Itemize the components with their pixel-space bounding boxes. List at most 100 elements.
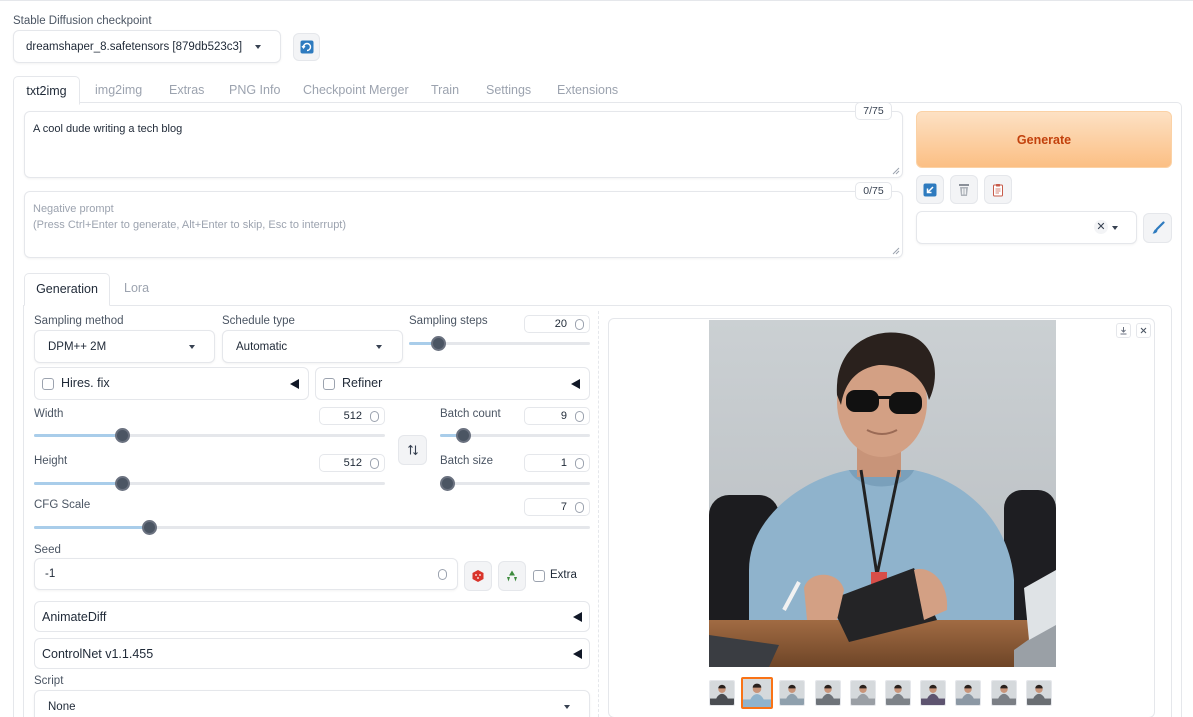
random-seed-button[interactable] [464,561,492,591]
schedule-type-label: Schedule type [222,315,295,327]
controlnet-accordion[interactable]: ControlNet v1.1.455 [34,638,590,669]
collapse-triangle-icon [573,649,582,659]
gallery-thumbnail[interactable] [709,680,735,706]
gallery-thumbnail[interactable] [990,680,1017,706]
sampling-steps-slider[interactable] [409,336,590,351]
negative-prompt-placeholder-2: (Press Ctrl+Enter to generate, Alt+Enter… [33,219,347,231]
generate-button[interactable]: Generate [916,111,1172,168]
close-gallery-button[interactable] [1136,323,1151,338]
prompt-token-counter: 7/75 [855,102,892,120]
animatediff-accordion[interactable]: AnimateDiff [34,601,590,632]
swap-dimensions-button[interactable] [398,435,427,465]
checkpoint-dropdown[interactable]: dreamshaper_8.safetensors [879db523c3] [13,30,281,63]
spinner-icon[interactable] [438,569,447,580]
generate-label: Generate [1016,132,1072,147]
tab-checkpoint-merger[interactable]: Checkpoint Merger [303,76,409,105]
gallery-thumbnail[interactable] [920,680,947,706]
animatediff-label: AnimateDiff [42,609,107,624]
tab-train[interactable]: Train [431,76,459,105]
slider-thumb[interactable] [431,336,446,351]
width-slider[interactable] [34,428,385,443]
slider-thumb[interactable] [115,428,130,443]
seed-input[interactable]: -1 [34,558,458,590]
sampling-steps-input[interactable]: 20 [524,315,590,333]
tab-lora[interactable]: Lora [124,273,149,306]
top-border [0,0,1193,1]
tab-generation[interactable]: Generation [24,273,110,306]
resize-handle-icon[interactable] [892,247,900,255]
gallery-thumbnail[interactable] [955,680,982,706]
height-input[interactable]: 512 [319,454,385,472]
slider-thumb[interactable] [142,520,157,535]
tab-extras[interactable]: Extras [169,76,204,105]
height-slider[interactable] [34,476,385,491]
read-params-button[interactable] [916,175,944,204]
batch-count-value: 9 [560,410,567,422]
edit-styles-button[interactable] [1143,213,1172,243]
schedule-type-value: Automatic [236,340,288,353]
download-button[interactable] [1116,323,1131,338]
gallery-thumbnail[interactable] [885,680,911,706]
batch-count-input[interactable]: 9 [524,407,590,425]
schedule-type-dropdown[interactable]: Automatic [222,330,403,363]
negative-prompt-token-counter: 0/75 [855,182,892,200]
clipboard-icon [993,183,1003,196]
tab-png-info[interactable]: PNG Info [229,76,280,105]
reuse-seed-button[interactable] [498,561,526,591]
chevron-down-icon [564,705,570,709]
gallery-thumbnail[interactable] [779,680,806,706]
spinner-icon[interactable] [575,319,584,330]
apply-styles-button[interactable] [984,175,1012,204]
slider-thumb[interactable] [456,428,471,443]
sampling-method-dropdown[interactable]: DPM++ 2M [34,330,215,363]
clear-prompt-button[interactable] [950,175,978,204]
spinner-icon[interactable] [575,502,584,513]
refiner-checkbox[interactable] [323,378,335,390]
tab-img2img[interactable]: img2img [95,76,142,105]
thumbnail-graphic [780,681,805,705]
prompt-textarea[interactable]: A cool dude writing a tech blog [24,111,903,178]
refiner-accordion[interactable]: Refiner [315,367,590,400]
hires-fix-checkbox[interactable] [42,378,54,390]
cfg-scale-slider[interactable] [34,520,590,535]
thumbnail-graphic [743,679,772,707]
negative-prompt-textarea[interactable]: Negative prompt (Press Ctrl+Enter to gen… [24,191,903,258]
gallery-thumbnail[interactable] [849,680,876,706]
refresh-icon [300,40,313,54]
arrow-to-corner-icon [923,183,937,196]
width-label: Width [34,408,64,420]
thumbnail-graphic [710,681,734,705]
controlnet-label: ControlNet v1.1.455 [42,646,154,661]
resize-handle-icon[interactable] [892,167,900,175]
tab-settings[interactable]: Settings [486,76,531,105]
slider-thumb[interactable] [440,476,455,491]
height-label: Height [34,455,68,467]
gallery-thumbnail[interactable] [741,677,774,709]
spinner-icon[interactable] [575,411,584,422]
spinner-icon[interactable] [370,411,379,422]
batch-count-label: Batch count [440,408,501,420]
width-input[interactable]: 512 [319,407,385,425]
slider-thumb[interactable] [115,476,130,491]
cfg-scale-input[interactable]: 7 [524,498,590,516]
generated-image[interactable] [709,320,1056,667]
clear-x-icon[interactable]: ✕ [1094,220,1108,234]
gallery-thumbnail[interactable] [814,680,841,706]
spinner-icon[interactable] [575,458,584,469]
hires-fix-accordion[interactable]: Hires. fix [34,367,309,400]
batch-count-slider[interactable] [440,428,590,443]
styles-dropdown[interactable]: ✕ [916,211,1137,244]
gallery-thumbnail[interactable] [1025,680,1052,706]
extra-seed-checkbox[interactable] [533,570,545,582]
batch-size-input[interactable]: 1 [524,454,590,472]
tab-extensions[interactable]: Extensions [557,76,618,105]
download-icon [1120,327,1127,335]
slider-fill [34,434,122,437]
spinner-icon[interactable] [370,458,379,469]
refresh-checkpoint-button[interactable] [293,33,320,61]
batch-size-slider[interactable] [440,476,590,491]
chevron-down-icon [189,345,195,349]
script-dropdown[interactable]: None [34,690,590,717]
thumbnail-graphic [886,681,910,705]
batch-size-value: 1 [560,457,567,469]
